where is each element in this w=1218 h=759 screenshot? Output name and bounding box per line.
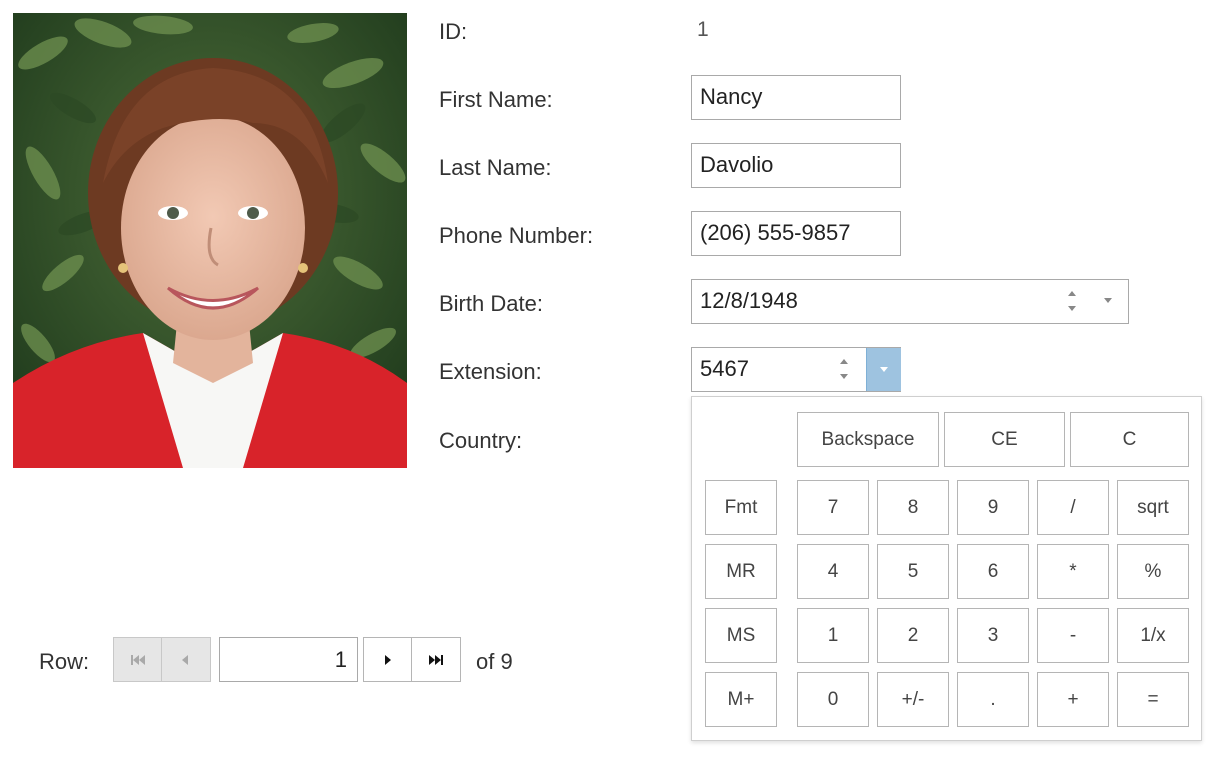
first-page-button[interactable] xyxy=(113,637,162,682)
calc-mr-button[interactable]: MR xyxy=(705,544,777,599)
last-page-button[interactable] xyxy=(411,637,461,682)
row-label: Row: xyxy=(39,649,90,674)
birth-date-dropdown-icon[interactable] xyxy=(1104,298,1112,303)
first-name-field[interactable]: Nancy xyxy=(691,75,901,120)
id-label: ID: xyxy=(439,19,468,44)
calc-backspace-button[interactable]: Backspace xyxy=(797,412,939,467)
page-number-input[interactable]: 1 xyxy=(219,637,358,682)
calc-key-2[interactable]: 2 xyxy=(877,608,949,663)
calc-key-1[interactable]: 1 xyxy=(797,608,869,663)
birth-date-spin-button[interactable] xyxy=(1068,287,1080,315)
calc-key-percent[interactable]: % xyxy=(1117,544,1189,599)
calc-key-5[interactable]: 5 xyxy=(877,544,949,599)
birth-date-label: Birth Date: xyxy=(439,291,543,316)
prev-page-icon xyxy=(182,654,188,665)
calc-ms-button[interactable]: MS xyxy=(705,608,777,663)
calc-key-reciprocal[interactable]: 1/x xyxy=(1117,608,1189,663)
calc-key-6[interactable]: 6 xyxy=(957,544,1029,599)
page-count-label: of 9 xyxy=(476,649,513,674)
first-page-icon xyxy=(130,654,145,665)
phone-number-field[interactable]: (206) 555-9857 xyxy=(691,211,901,256)
calc-key-decimal[interactable]: . xyxy=(957,672,1029,727)
first-name-label: First Name: xyxy=(439,87,553,112)
calc-key-0[interactable]: 0 xyxy=(797,672,869,727)
last-page-icon xyxy=(429,654,443,665)
extension-spin-button[interactable] xyxy=(840,355,852,383)
calc-key-minus[interactable]: - xyxy=(1037,608,1109,663)
birth-date-field[interactable]: 12/8/1948 xyxy=(691,279,1129,324)
calc-ce-button[interactable]: CE xyxy=(944,412,1065,467)
spin-up-icon xyxy=(1068,291,1076,296)
calc-key-4[interactable]: 4 xyxy=(797,544,869,599)
country-label: Country: xyxy=(439,428,523,453)
next-page-icon xyxy=(384,654,391,665)
calc-fmt-button[interactable]: Fmt xyxy=(705,480,777,535)
calc-key-multiply[interactable]: * xyxy=(1037,544,1109,599)
prev-page-button[interactable] xyxy=(161,637,211,682)
calc-key-sqrt[interactable]: sqrt xyxy=(1117,480,1189,535)
extension-label: Extension: xyxy=(439,359,542,384)
calc-key-negate[interactable]: +/- xyxy=(877,672,949,727)
calc-key-3[interactable]: 3 xyxy=(957,608,1029,663)
last-name-label: Last Name: xyxy=(439,155,552,180)
calc-key-8[interactable]: 8 xyxy=(877,480,949,535)
spin-down-icon xyxy=(840,374,848,379)
chevron-down-icon xyxy=(880,367,888,372)
phone-number-label: Phone Number: xyxy=(439,223,594,248)
next-page-button[interactable] xyxy=(363,637,412,682)
calc-c-button[interactable]: C xyxy=(1070,412,1189,467)
spin-down-icon xyxy=(1068,306,1076,311)
birth-date-value: 12/8/1948 xyxy=(700,288,798,313)
calc-key-7[interactable]: 7 xyxy=(797,480,869,535)
calculator-popup: Backspace CE C Fmt MR MS M+ 7 8 9 / sqrt… xyxy=(691,396,1202,741)
id-value: 1 xyxy=(697,18,709,41)
last-name-field[interactable]: Davolio xyxy=(691,143,901,188)
calc-key-equals[interactable]: = xyxy=(1117,672,1189,727)
calc-mplus-button[interactable]: M+ xyxy=(705,672,777,727)
extension-dropdown-button[interactable] xyxy=(866,348,901,391)
extension-value: 5467 xyxy=(700,356,749,381)
calc-key-9[interactable]: 9 xyxy=(957,480,1029,535)
calc-key-plus[interactable]: + xyxy=(1037,672,1109,727)
spin-up-icon xyxy=(840,359,848,364)
calc-key-divide[interactable]: / xyxy=(1037,480,1109,535)
employee-photo xyxy=(13,13,407,468)
